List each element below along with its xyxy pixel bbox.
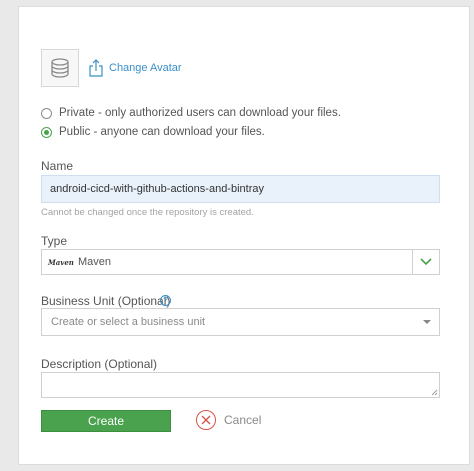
type-label: Type: [41, 234, 68, 248]
help-icon[interactable]: ?: [160, 295, 171, 306]
upload-icon: [89, 59, 103, 77]
radio-public-indicator[interactable]: [41, 126, 52, 138]
business-unit-select[interactable]: Create or select a business unit: [41, 308, 440, 336]
create-button[interactable]: Create: [41, 410, 171, 432]
radio-private-indicator[interactable]: [41, 107, 52, 119]
description-label: Description (Optional): [41, 357, 158, 371]
business-unit-label: Business Unit (Optional): [41, 294, 171, 308]
name-label: Name: [41, 159, 74, 173]
cancel-button[interactable]: Cancel: [196, 410, 261, 430]
close-icon: [196, 410, 216, 430]
database-icon: [51, 58, 69, 78]
business-unit-placeholder: Create or select a business unit: [51, 316, 206, 328]
avatar[interactable]: [41, 49, 79, 87]
radio-private[interactable]: Private - only authorized users can down…: [41, 107, 341, 119]
type-select[interactable]: Maven Maven: [41, 249, 440, 275]
change-avatar-link[interactable]: Change Avatar: [89, 59, 182, 77]
type-dropdown-toggle[interactable]: [412, 250, 439, 274]
radio-public[interactable]: Public - anyone can download your files.: [41, 126, 265, 138]
radio-public-label: Public - anyone can download your files.: [59, 126, 265, 138]
maven-logo: Maven: [48, 257, 74, 267]
name-field[interactable]: android-cicd-with-github-actions-and-bin…: [41, 175, 440, 203]
caret-down-icon: [423, 320, 431, 324]
name-value: android-cicd-with-github-actions-and-bin…: [50, 183, 264, 195]
change-avatar-label: Change Avatar: [109, 62, 182, 74]
type-value: Maven: [78, 256, 112, 268]
create-button-label: Create: [87, 414, 125, 428]
chevron-down-icon: [420, 258, 432, 266]
resize-grip-icon[interactable]: [431, 389, 438, 396]
cancel-label: Cancel: [224, 413, 262, 427]
name-hint: Cannot be changed once the repository is…: [41, 207, 254, 218]
create-repository-form: Change Avatar Private - only authorized …: [18, 6, 470, 465]
description-field[interactable]: [41, 372, 440, 398]
radio-private-label: Private - only authorized users can down…: [59, 107, 341, 119]
